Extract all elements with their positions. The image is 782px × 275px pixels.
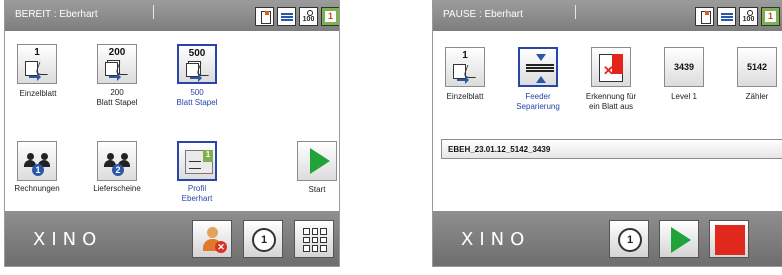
delivery-notes-profile-button[interactable]: 2 — [97, 141, 137, 181]
tile-number: 500 — [188, 48, 206, 59]
counter-icon: 100 — [739, 7, 758, 26]
label-line: Separierung — [516, 102, 560, 111]
cycle-one-icon: 1 — [252, 228, 276, 252]
brand-logo: XINO — [33, 229, 103, 250]
arrow-down-icon — [536, 54, 546, 61]
start-button[interactable] — [297, 141, 337, 181]
status-icons: 100 — [255, 7, 339, 26]
screen-title: PAUSE : Eberhart — [443, 9, 523, 20]
play-icon — [310, 148, 330, 174]
single-sheet-button[interactable]: 1 — [17, 44, 57, 84]
tile-number: 200 — [108, 47, 126, 58]
profile-icon — [321, 7, 339, 26]
tile-label: Lieferscheine — [93, 184, 141, 193]
label-line: Blatt Stapel — [176, 98, 218, 107]
feeder-icon — [526, 64, 554, 66]
start-label: Start — [308, 185, 326, 194]
label-line: 500 — [190, 88, 204, 97]
arrow-right-icon — [190, 74, 202, 82]
tile-label: Einzelblatt — [446, 92, 484, 101]
title-separator — [153, 5, 154, 19]
job-name-field[interactable]: EBEH_23.01.12_5142_3439 — [441, 139, 782, 159]
pause-screen: PAUSE : Eberhart 100 1 Einzelblatt Feede… — [432, 0, 782, 267]
stop-button[interactable] — [709, 220, 749, 258]
tile-label: Zähler — [745, 92, 769, 101]
invoices-profile-button[interactable]: 1 — [17, 141, 57, 181]
tile-label: 500 Blatt Stapel — [167, 88, 227, 108]
counter-icon: 100 — [299, 7, 318, 26]
stop-icon — [715, 225, 745, 255]
document-icon — [695, 7, 714, 26]
profile-card-icon — [185, 150, 213, 174]
stack-500-button[interactable]: 500 — [177, 44, 217, 84]
label-line: 200 — [110, 88, 124, 97]
menu-button[interactable] — [294, 220, 334, 258]
single-sheet-detection-button[interactable] — [591, 47, 631, 87]
label-line: Blatt Stapel — [96, 98, 138, 107]
screen-title: BEREIT : Eberhart — [15, 9, 98, 20]
feeder-icon — [717, 7, 736, 26]
tile-label: Einzelblatt — [19, 89, 57, 98]
single-sheet-button[interactable]: 1 — [445, 47, 485, 87]
feeder-icon — [277, 7, 296, 26]
label-line: Profil — [187, 184, 207, 193]
cycle-button[interactable]: 1 — [243, 220, 283, 258]
counter-button[interactable]: 5142 — [737, 47, 777, 87]
cycle-button[interactable]: 1 — [609, 220, 649, 258]
tile-label: Rechnungen — [14, 184, 60, 193]
tile-label: Profil Eberhart — [167, 184, 227, 204]
profile-eberhart-button[interactable] — [177, 141, 217, 181]
play-button[interactable] — [659, 220, 699, 258]
label-line: Erkennung für — [585, 92, 637, 101]
tile-label: Level 1 — [671, 92, 697, 101]
bottom-bar: XINO ✕ 1 — [5, 211, 339, 266]
arrow-right-icon — [109, 73, 121, 81]
tile-number: 1 — [34, 47, 40, 58]
title-bar: PAUSE : Eberhart 100 — [433, 1, 782, 31]
ready-screen: BEREIT : Eberhart 100 1 Einzelblatt 200 … — [4, 0, 340, 267]
tile-label: 200 Blatt Stapel — [87, 88, 147, 108]
label-line: Eberhart — [181, 194, 213, 203]
tile-number: 1 — [462, 50, 468, 61]
bottom-bar: XINO 1 — [433, 211, 782, 266]
user-remove-button[interactable]: ✕ — [192, 220, 232, 258]
label-line: ein Blatt aus — [588, 102, 634, 111]
arrow-right-icon — [457, 76, 469, 84]
tile-label: Feeder Separierung — [508, 92, 568, 112]
remove-icon: ✕ — [215, 241, 227, 253]
title-bar: BEREIT : Eberhart 100 — [5, 1, 339, 31]
detection-off-icon — [599, 54, 623, 82]
status-icons: 100 — [695, 7, 780, 26]
number-badge: 1 — [32, 164, 44, 176]
feeder-separation-button[interactable] — [518, 47, 558, 87]
level-1-button[interactable]: 3439 — [664, 47, 704, 87]
grid-menu-icon — [303, 228, 327, 252]
arrow-right-icon — [29, 73, 41, 81]
stack-200-button[interactable]: 200 — [97, 44, 137, 84]
profile-icon — [761, 7, 780, 26]
title-separator — [575, 5, 576, 19]
play-icon — [671, 227, 691, 253]
brand-logo: XINO — [461, 229, 531, 250]
cycle-one-icon: 1 — [618, 228, 642, 252]
level-value: 3439 — [673, 62, 695, 72]
document-icon — [255, 7, 274, 26]
counter-value: 5142 — [746, 62, 768, 72]
label-line: Feeder — [525, 92, 551, 101]
number-badge: 2 — [112, 164, 124, 176]
tile-label: Erkennung für ein Blatt aus — [579, 92, 643, 112]
arrow-up-icon — [536, 76, 546, 83]
